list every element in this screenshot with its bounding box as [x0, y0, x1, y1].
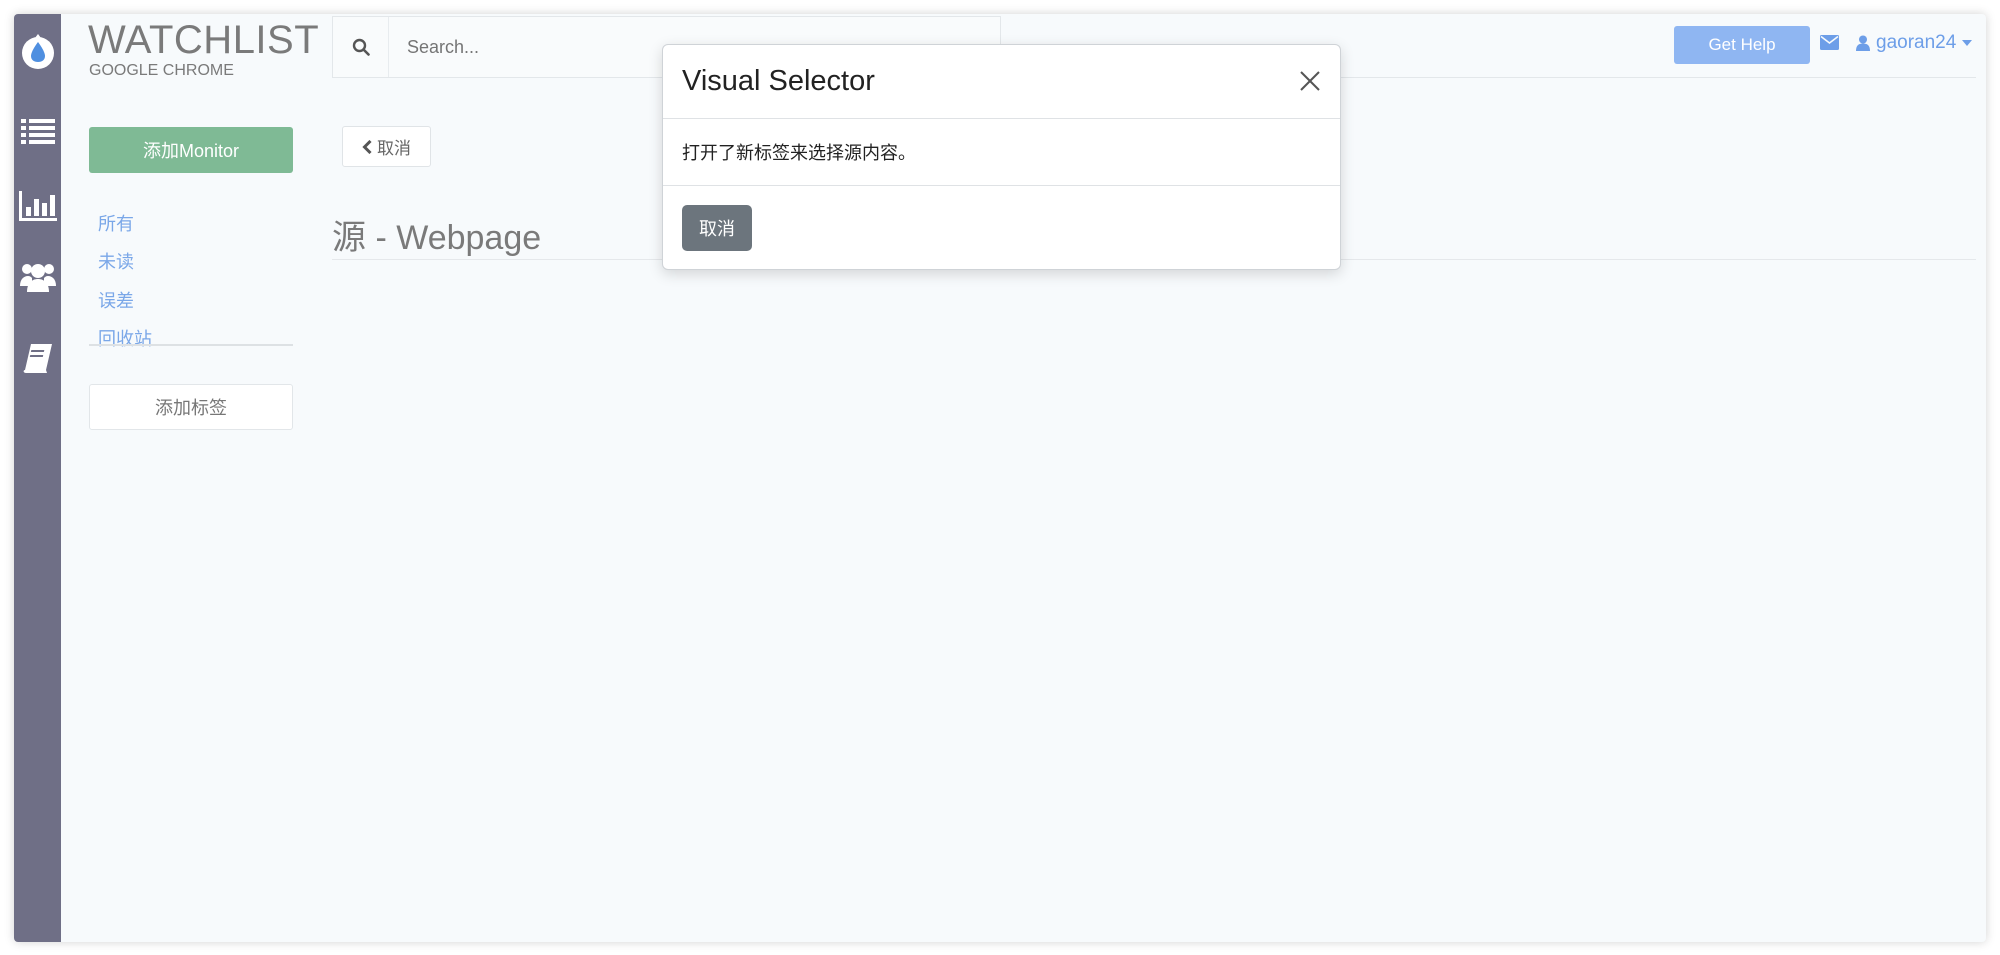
visual-selector-modal: Visual Selector 打开了新标签来选择源内容。 取消	[662, 44, 1341, 270]
modal-cancel-button[interactable]: 取消	[682, 205, 752, 251]
browser-window: WATCHLIST GOOGLE CHROME Get Help	[14, 14, 1986, 942]
modal-title: Visual Selector	[682, 65, 875, 97]
modal-header: Visual Selector	[663, 45, 1340, 119]
close-icon[interactable]	[1296, 67, 1324, 95]
modal-message: 打开了新标签来选择源内容。	[663, 119, 1340, 186]
